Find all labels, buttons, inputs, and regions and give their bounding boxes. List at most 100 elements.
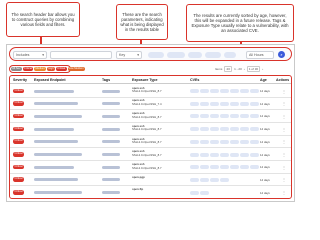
col-severity[interactable]: Severity — [13, 78, 27, 82]
table-row[interactable]: Critical open-ssh SSH-2.0-OpenSSH_8.7 14 da… — [10, 123, 291, 136]
endpoint-redacted[interactable] — [34, 178, 78, 182]
filter-chip[interactable]: Medium — [34, 66, 47, 72]
cve-chip[interactable] — [190, 101, 199, 106]
endpoint-redacted[interactable] — [34, 165, 74, 169]
cve-chip[interactable] — [230, 165, 239, 170]
col-tags[interactable]: Tags — [102, 78, 110, 82]
query-chip[interactable] — [205, 51, 221, 58]
cve-chip[interactable] — [190, 139, 199, 144]
cve-chip[interactable] — [220, 127, 229, 132]
query-chip[interactable] — [224, 51, 236, 58]
table-row[interactable]: Critical open-pgp 14 days ⋮ — [10, 173, 291, 187]
cve-chip[interactable] — [210, 177, 219, 182]
cve-chip[interactable] — [250, 101, 259, 106]
col-age[interactable]: Age — [260, 78, 267, 82]
table-row[interactable]: Critical open-ssh SSH-2.0-OpenSSH_8.7 14 da… — [10, 148, 291, 161]
table-row[interactable]: Critical open-ssh SSH-2.0-OpenSSH_8.7 14 da… — [10, 85, 291, 98]
endpoint-redacted[interactable] — [34, 153, 82, 156]
cve-chip[interactable] — [250, 127, 259, 132]
cve-chip[interactable] — [220, 165, 229, 170]
query-input[interactable] — [50, 50, 112, 59]
filter-chip[interactable]: All Sev — [11, 66, 22, 72]
cve-chip[interactable] — [200, 127, 209, 132]
cve-chip[interactable] — [200, 165, 209, 170]
cve-chip[interactable] — [210, 101, 219, 106]
cve-chip[interactable] — [240, 152, 249, 157]
col-cves[interactable]: CVEs — [190, 78, 199, 82]
cve-chip[interactable] — [240, 165, 249, 170]
cve-chip[interactable] — [220, 114, 229, 119]
chevron-left-icon[interactable]: ‹ — [244, 67, 245, 71]
cve-chip[interactable] — [200, 177, 209, 182]
cve-chip[interactable] — [200, 139, 209, 144]
cve-chip[interactable] — [220, 152, 229, 157]
cve-chip[interactable] — [210, 152, 219, 157]
search-button[interactable]: ⌕ — [278, 51, 285, 58]
cve-chip[interactable] — [250, 152, 259, 157]
cve-chip[interactable] — [200, 152, 209, 157]
cve-chip[interactable] — [210, 114, 219, 119]
page-indicator[interactable]: 1 of 30 — [246, 65, 261, 73]
table-row[interactable]: Critical open-ssh SSH-2.0-OpenSSH_7.4 14 da… — [10, 97, 291, 111]
col-exposure[interactable]: Exposure Type — [132, 78, 158, 82]
query-chip[interactable] — [188, 51, 202, 58]
cve-chip[interactable] — [250, 114, 259, 119]
cve-chip[interactable] — [220, 89, 229, 93]
cve-chip[interactable] — [200, 101, 209, 106]
more-actions-icon[interactable]: ⋮ — [282, 101, 286, 106]
more-actions-icon[interactable]: ⋮ — [282, 152, 286, 157]
cve-chip[interactable] — [200, 114, 209, 119]
endpoint-redacted[interactable] — [34, 127, 74, 131]
cve-chip[interactable] — [240, 101, 249, 106]
includes-select[interactable]: Includes ▾ — [13, 50, 47, 59]
search-header-bar[interactable]: Includes ▾ Key ▾ All Hours ⌕ — [9, 47, 292, 61]
cve-chip[interactable] — [190, 114, 199, 119]
table-row[interactable]: Critical open-ssh SSH-2.0-OpenSSH_8.7 14 da… — [10, 110, 291, 123]
cve-chip[interactable] — [230, 89, 239, 93]
cve-chip[interactable] — [200, 89, 209, 93]
table-row[interactable]: Critical open-ssh SSH-2.0-OpenSSH_8.7 14 da… — [10, 161, 291, 174]
cve-chip[interactable] — [190, 152, 199, 157]
table-row[interactable]: Critical open-ftp 14 days ⋮ — [10, 186, 291, 198]
more-actions-icon[interactable]: ⋮ — [282, 127, 286, 132]
cve-chip[interactable] — [190, 165, 199, 170]
cve-chip[interactable] — [190, 89, 199, 93]
key-select[interactable]: Key ▾ — [116, 50, 142, 59]
filter-chip[interactable]: Low Medium — [67, 66, 85, 72]
cve-chip[interactable] — [250, 89, 259, 93]
rows-per-page-select[interactable]: 20 — [224, 65, 233, 73]
time-filter-select[interactable]: All Hours — [246, 50, 274, 59]
cve-chip[interactable] — [230, 127, 239, 132]
cve-chip[interactable] — [220, 177, 229, 182]
cve-chip[interactable] — [240, 114, 249, 119]
query-chip[interactable] — [167, 51, 185, 58]
cve-chip[interactable] — [220, 139, 229, 144]
cve-chip[interactable] — [210, 89, 219, 93]
cve-chip[interactable] — [190, 190, 199, 195]
cve-chip[interactable] — [190, 177, 199, 182]
endpoint-redacted[interactable] — [34, 89, 74, 93]
cve-chip[interactable] — [230, 114, 239, 119]
endpoint-redacted[interactable] — [34, 114, 82, 118]
more-actions-icon[interactable]: ⋮ — [282, 114, 286, 119]
filter-chip[interactable]: Critical — [22, 66, 34, 72]
more-actions-icon[interactable]: ⋮ — [282, 190, 286, 195]
cve-chip[interactable] — [200, 190, 209, 195]
filter-chip[interactable]: Critical — [55, 66, 67, 72]
cve-chip[interactable] — [210, 139, 219, 144]
cve-chip[interactable] — [210, 127, 219, 132]
more-actions-icon[interactable]: ⋮ — [282, 165, 286, 170]
chevron-right-icon[interactable]: › — [262, 67, 263, 71]
table-row[interactable]: Critical open-ssh SSH-2.0-OpenSSH_8.7 14 da… — [10, 135, 291, 149]
cve-chip[interactable] — [230, 139, 239, 144]
cve-chip[interactable] — [190, 127, 199, 132]
cve-chip[interactable] — [230, 101, 239, 106]
cve-chip[interactable] — [230, 152, 239, 157]
cve-chip[interactable] — [210, 165, 219, 170]
filter-chip[interactable]: High — [47, 66, 55, 72]
cve-chip[interactable] — [240, 139, 249, 144]
cve-chip[interactable] — [240, 127, 249, 132]
cve-chip[interactable] — [220, 101, 229, 106]
cve-chip[interactable] — [250, 139, 259, 144]
more-actions-icon[interactable]: ⋮ — [282, 89, 286, 94]
